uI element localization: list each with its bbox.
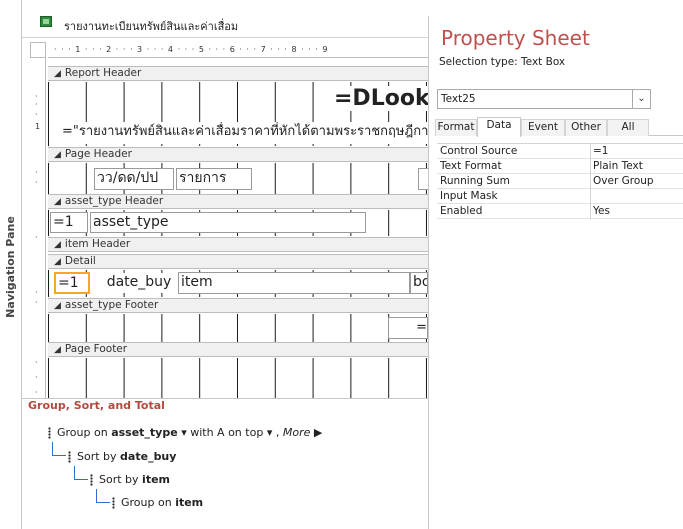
- tab-format[interactable]: Format: [435, 119, 477, 136]
- sort-field-select[interactable]: date_buy: [120, 450, 176, 463]
- detail-extra-textbox[interactable]: bo: [410, 272, 428, 294]
- band-asset-type-header[interactable]: ◢ asset_type Header: [48, 194, 428, 209]
- navigation-pane[interactable]: Navigation Pane: [0, 0, 22, 529]
- tab-other[interactable]: Other: [565, 119, 607, 136]
- ruler-corner[interactable]: [30, 42, 46, 58]
- more-options-link[interactable]: More ▶: [283, 426, 322, 439]
- band-asset-type-footer[interactable]: ◢ asset_type Footer: [48, 298, 428, 313]
- footer-sum-textbox[interactable]: =: [388, 317, 428, 339]
- group-level-item[interactable]: Group on item: [112, 496, 203, 509]
- selected-control-dropdown[interactable]: Text25 ⌄: [437, 89, 651, 109]
- vertical-ruler[interactable]: · · · 1 · · · · · · · ·: [30, 58, 46, 398]
- selection-type-label: Selection type: Text Box: [439, 56, 566, 68]
- drag-handle-icon[interactable]: [112, 497, 115, 509]
- collapse-arrow-icon: ◢: [54, 69, 61, 79]
- asset-type-footer-section[interactable]: [48, 314, 428, 342]
- sort-level-item[interactable]: Sort by item: [90, 473, 170, 486]
- drag-handle-icon[interactable]: [48, 427, 51, 439]
- page-header-label-partial[interactable]: [418, 168, 428, 190]
- band-report-header[interactable]: ◢ Report Header: [48, 66, 428, 81]
- sort-level-date-buy[interactable]: Sort by date_buy: [68, 450, 176, 463]
- property-row-control-source[interactable]: Control Source =1: [437, 144, 683, 159]
- band-item-header[interactable]: ◢ item Header: [48, 237, 428, 252]
- sort-order-select[interactable]: with A on top: [190, 426, 263, 439]
- property-sheet-title: Property Sheet: [441, 26, 590, 50]
- report-design-surface[interactable]: · · · 1 · · · 2 · · · 3 · · · 4 · · · 5 …: [30, 42, 428, 398]
- selected-control-value: Text25: [441, 93, 476, 105]
- tab-all[interactable]: All: [607, 119, 649, 136]
- property-grid: Control Source =1 Text Format Plain Text…: [437, 143, 683, 219]
- document-tab-title: รายงานทะเบียนทรัพย์สินและค่าเสื่อม: [64, 20, 239, 33]
- collapse-arrow-icon: ◢: [54, 240, 61, 250]
- property-row-running-sum[interactable]: Running Sum Over Group: [437, 174, 683, 189]
- tree-connector: [52, 442, 66, 456]
- property-row-enabled[interactable]: Enabled Yes: [437, 204, 683, 219]
- group-sort-total-title: Group, Sort, and Total: [28, 399, 165, 412]
- property-tabs: Format Data Event Other All: [435, 117, 683, 137]
- band-detail[interactable]: ◢ Detail: [48, 254, 428, 269]
- group-sort-total-pane[interactable]: Group, Sort, and Total Group on asset_ty…: [22, 398, 428, 529]
- tree-connector: [96, 489, 110, 503]
- group-counter-textbox[interactable]: =1: [50, 212, 88, 233]
- horizontal-ruler[interactable]: · · · 1 · · · 2 · · · 3 · · · 4 · · · 5 …: [48, 42, 428, 58]
- band-page-header[interactable]: ◢ Page Header: [48, 147, 428, 162]
- sort-field-select[interactable]: item: [142, 473, 170, 486]
- date-buy-textbox[interactable]: date_buy: [104, 273, 172, 293]
- detail-counter-textbox[interactable]: =1: [54, 272, 90, 294]
- property-row-input-mask[interactable]: Input Mask: [437, 189, 683, 204]
- asset-type-textbox[interactable]: asset_type: [90, 212, 366, 233]
- tree-connector: [74, 466, 88, 480]
- property-row-text-format[interactable]: Text Format Plain Text: [437, 159, 683, 174]
- tab-data[interactable]: Data: [477, 117, 521, 137]
- collapse-arrow-icon: ◢: [54, 301, 61, 311]
- collapse-arrow-icon: ◢: [54, 345, 61, 355]
- group-field-select[interactable]: item: [175, 496, 203, 509]
- group-field-select[interactable]: asset_type: [111, 426, 178, 439]
- page-footer-section[interactable]: [48, 358, 428, 398]
- drag-handle-icon[interactable]: [90, 474, 93, 486]
- date-column-label[interactable]: วว/ดด/ปป: [94, 168, 174, 190]
- navigation-pane-label: Navigation Pane: [4, 216, 17, 318]
- drag-handle-icon[interactable]: [68, 451, 71, 463]
- tab-event[interactable]: Event: [521, 119, 565, 136]
- property-sheet[interactable]: Property Sheet Selection type: Text Box …: [428, 16, 683, 529]
- chevron-down-icon[interactable]: ⌄: [632, 90, 650, 108]
- dlookup-textbox[interactable]: =DLook: [334, 86, 428, 111]
- band-page-footer[interactable]: ◢ Page Footer: [48, 342, 428, 357]
- group-level-asset-type[interactable]: Group on asset_type ▾ with A on top ▾ , …: [48, 426, 322, 439]
- report-icon: [40, 16, 52, 27]
- item-column-label[interactable]: รายการ: [176, 168, 252, 190]
- collapse-arrow-icon: ◢: [54, 150, 61, 160]
- chevron-down-icon[interactable]: ▾: [267, 426, 276, 439]
- collapse-arrow-icon: ◢: [54, 257, 61, 267]
- report-subtitle-textbox[interactable]: ="รายงานทรัพย์สินและค่าเสื่อมราคาที่หักไ…: [60, 122, 428, 144]
- collapse-arrow-icon: ◢: [54, 197, 61, 207]
- item-textbox[interactable]: item: [178, 272, 410, 294]
- chevron-down-icon[interactable]: ▾: [181, 426, 190, 439]
